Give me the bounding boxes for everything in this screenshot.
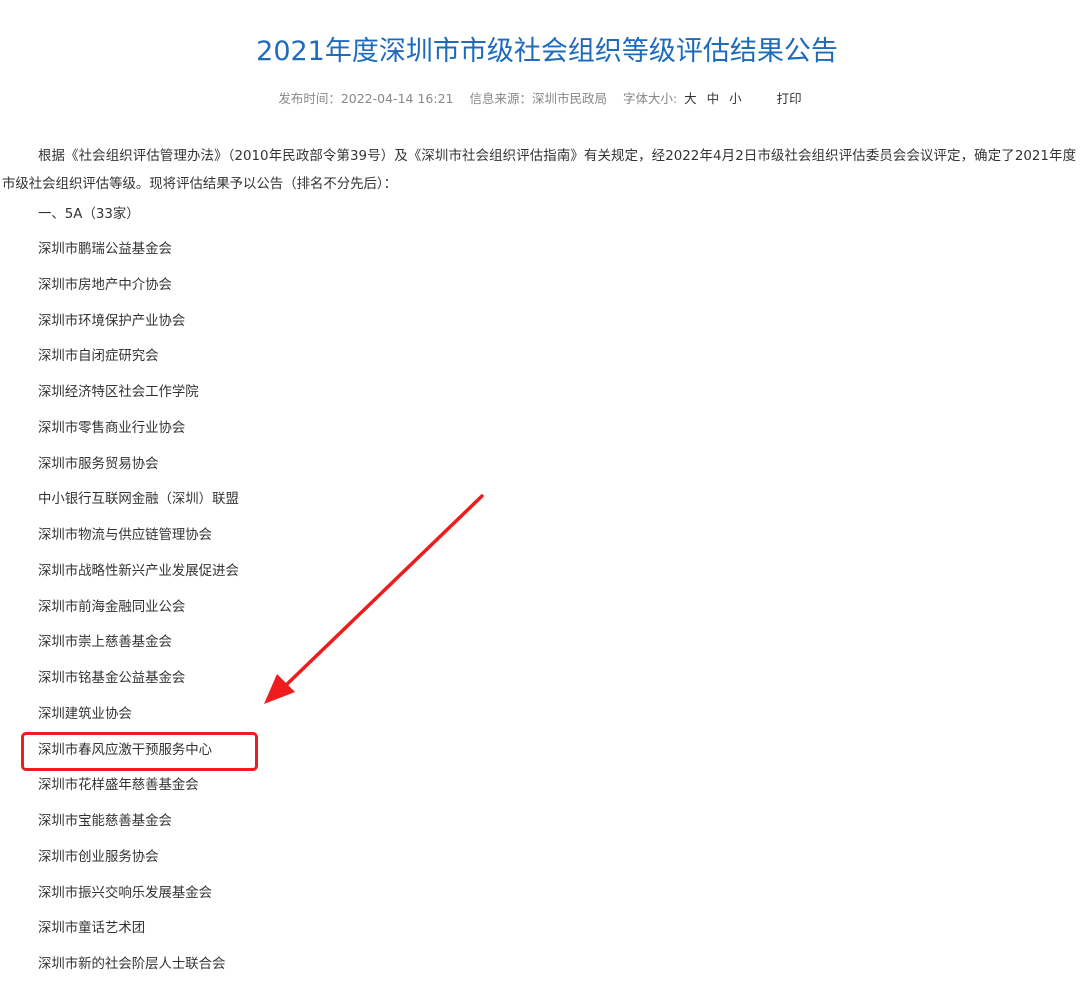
list-item: 深圳经济特区社会工作学院 bbox=[38, 385, 199, 400]
list-item: 深圳市鹏瑞公益基金会 bbox=[38, 242, 172, 257]
font-size-label: 字体大小: 大 中 小 bbox=[622, 91, 742, 106]
list-item: 深圳市零售商业行业协会 bbox=[38, 420, 186, 436]
publish-time: 发布时间：2022-04-14 16:21 bbox=[278, 91, 454, 106]
highlight-box bbox=[21, 732, 258, 771]
info-source: 信息来源：深圳市民政局 bbox=[469, 91, 607, 106]
organization-list: 深圳市鹏瑞公益基金会 深圳市房地产中介协会 深圳市环境保护产业协会 深圳市自闭症研究会… bbox=[38, 240, 239, 991]
print-link[interactable]: 打印 bbox=[777, 91, 802, 106]
list-item: 深圳市服务贸易协会 bbox=[38, 456, 159, 472]
list-item: 深圳市环境保护产业协会 bbox=[38, 313, 186, 329]
list-item: 中小银行互联网金融（深圳）联盟 bbox=[38, 492, 239, 508]
section-heading-5a: 一、5A（33家） bbox=[38, 207, 140, 222]
list-item: 深圳市物流与供应链管理协会 bbox=[38, 528, 213, 543]
list-item: 深圳市前海金融同业公会 bbox=[38, 599, 186, 615]
page-title: 2021年度深圳市市级社会组织等级评估结果公告 bbox=[256, 36, 838, 67]
list-item: 深圳市振兴交响乐发展基金会 bbox=[38, 885, 213, 901]
list-item: 深圳市自闭症研究会 bbox=[38, 349, 159, 365]
article-meta: 发布时间：2022-04-14 16:21 信息来源：深圳市民政局 字体大小: … bbox=[0, 90, 1074, 108]
list-item: 深圳市战略性新兴产业发展促进会 bbox=[38, 563, 239, 579]
list-item: 深圳市创业服务协会 bbox=[38, 849, 159, 865]
list-item: 深圳市新的社会阶层人士联合会 bbox=[38, 957, 226, 972]
list-item: 深圳市花样盛年慈善基金会 bbox=[38, 778, 199, 794]
list-item: 深圳市铭基金公益基金会 bbox=[38, 671, 186, 686]
list-item: 深圳市房地产中介协会 bbox=[38, 277, 172, 293]
intro-paragraph: 根据《社会组织评估管理办法》（2010年民政部令第39号）及《深圳市社会组织评估… bbox=[2, 149, 1076, 192]
font-size-medium-link[interactable]: 中 bbox=[707, 91, 720, 106]
list-item: 深圳市崇上慈善基金会 bbox=[38, 635, 172, 651]
list-item: 深圳市童话艺术团 bbox=[38, 921, 146, 937]
list-item: 深圳市宝能慈善基金会 bbox=[38, 814, 172, 829]
font-size-large-link[interactable]: 大 bbox=[684, 91, 697, 106]
font-size-small-link[interactable]: 小 bbox=[729, 91, 742, 106]
